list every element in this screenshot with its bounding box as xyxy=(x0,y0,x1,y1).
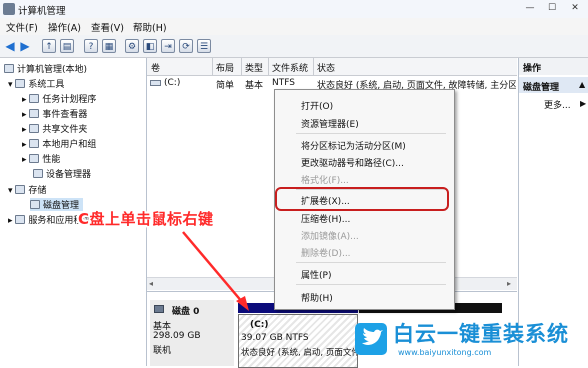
column-header-layout[interactable]: 布局 xyxy=(216,61,234,74)
menu-item-mark-active[interactable]: 将分区标记为活动分区(M) xyxy=(301,139,406,152)
tools-icon xyxy=(15,79,26,88)
more-actions-link[interactable]: 更多... xyxy=(544,98,571,111)
folder-up-icon[interactable]: ↑ xyxy=(42,39,56,53)
menu-item-change-drive-letter[interactable]: 更改驱动器号和路径(C)... xyxy=(301,156,404,169)
maximize-button[interactable]: ☐ xyxy=(543,2,561,15)
tree-item-local-users[interactable]: ▸ 本地用户和组 xyxy=(22,137,96,150)
list-icon[interactable]: ☰ xyxy=(197,39,211,53)
filesystem-cell: NTFS xyxy=(272,78,295,88)
menu-item-shrink-volume[interactable]: 压缩卷(H)... xyxy=(301,212,350,225)
menu-item-help[interactable]: 帮助(H) xyxy=(301,291,333,304)
minimize-button[interactable]: — xyxy=(521,2,539,15)
tree-item-task-scheduler[interactable]: ▸ 任务计划程序 xyxy=(22,92,96,105)
column-divider[interactable] xyxy=(241,58,242,75)
watermark-text: 白云一键重装系统 xyxy=(393,322,569,346)
menu-separator xyxy=(296,284,446,285)
disk-icon xyxy=(154,305,164,313)
computer-management-icon xyxy=(3,3,15,15)
type-cell: 基本 xyxy=(245,81,264,91)
tree-item-disk-management[interactable]: 磁盘管理 xyxy=(30,198,84,211)
console-tree-icon[interactable]: ▤ xyxy=(60,39,74,53)
menu-file[interactable]: 文件(F) xyxy=(6,20,38,34)
menu-item-add-mirror: 添加镜像(A)... xyxy=(301,232,359,242)
computer-icon xyxy=(4,64,14,73)
event-viewer-icon xyxy=(29,109,40,118)
menu-item-delete-volume: 删除卷(D)... xyxy=(301,249,351,259)
device-manager-icon xyxy=(33,169,43,178)
help-icon[interactable]: ? xyxy=(84,39,98,53)
tree-item-performance[interactable]: ▸ 性能 xyxy=(22,152,60,165)
extend-volume-highlight xyxy=(275,187,449,211)
settings-icon[interactable]: ⚙ xyxy=(125,39,139,53)
tree-item-device-manager[interactable]: 设备管理器 xyxy=(33,167,91,180)
open-icon[interactable]: ◧ xyxy=(143,39,157,53)
tree-item-shared-folders[interactable]: ▸ 共享文件夹 xyxy=(22,122,87,135)
volume-cell: (C:) xyxy=(150,78,180,88)
tree-root[interactable]: 计算机管理(本地) xyxy=(4,62,87,75)
partition-label: (C:) xyxy=(250,320,269,330)
menu-bar xyxy=(0,18,588,35)
partition-size: 39.07 GB NTFS xyxy=(241,333,309,343)
column-divider[interactable] xyxy=(212,58,213,75)
column-divider[interactable] xyxy=(268,58,269,75)
menu-item-format: 格式化(F)... xyxy=(301,176,349,186)
column-header-status[interactable]: 状态 xyxy=(317,61,335,74)
properties-icon[interactable]: ▦ xyxy=(102,39,116,53)
column-header-filesystem[interactable]: 文件系统 xyxy=(272,61,308,74)
export-icon[interactable]: ⇥ xyxy=(161,39,175,53)
forward-icon[interactable]: ▶ xyxy=(18,39,32,53)
menu-item-explorer[interactable]: 资源管理器(E) xyxy=(301,117,359,130)
tree-item-storage[interactable]: ▾ 存储 xyxy=(8,183,46,196)
actions-title: 操作 xyxy=(523,64,542,74)
shared-folder-icon xyxy=(29,124,40,133)
refresh-icon[interactable]: ⟳ xyxy=(179,39,193,53)
tree-item-system-tools[interactable]: ▾ 系统工具 xyxy=(8,77,64,90)
partition-status: 状态良好 (系统, 启动, 页面文件 xyxy=(241,348,360,358)
submenu-arrow-icon: ▶ xyxy=(580,99,587,108)
performance-icon xyxy=(29,154,40,163)
disk-management-icon xyxy=(30,200,40,209)
drive-icon xyxy=(150,80,161,86)
clock-icon xyxy=(29,94,40,103)
title-bar: 计算机管理 xyxy=(0,0,588,19)
scroll-left-icon[interactable]: ◂ xyxy=(149,279,153,288)
services-icon xyxy=(15,215,26,224)
menu-help[interactable]: 帮助(H) xyxy=(133,20,167,34)
tree-item-event-viewer[interactable]: ▸ 事件查看器 xyxy=(22,107,87,120)
disk-name: 磁盘 0 xyxy=(172,307,200,317)
menu-item-properties[interactable]: 属性(P) xyxy=(301,268,331,281)
watermark-url: www.baiyunxitong.com xyxy=(398,348,492,357)
watermark-logo xyxy=(355,323,387,355)
menu-separator xyxy=(296,133,446,134)
annotation-text: C盘上单击鼠标右键 xyxy=(78,210,214,228)
column-header-type[interactable]: 类型 xyxy=(245,61,263,74)
close-button[interactable]: ✕ xyxy=(566,2,584,15)
menu-item-open[interactable]: 打开(O) xyxy=(301,99,333,112)
users-icon xyxy=(29,139,40,148)
disk-status: 联机 xyxy=(153,346,172,356)
collapse-icon[interactable]: ▲ xyxy=(579,80,585,89)
column-divider[interactable] xyxy=(313,58,314,75)
menu-view[interactable]: 查看(V) xyxy=(91,20,124,34)
column-header-volume[interactable]: 卷 xyxy=(151,61,160,74)
menu-action[interactable]: 操作(A) xyxy=(48,20,81,34)
layout-cell: 简单 xyxy=(216,81,235,91)
back-icon[interactable]: ◀ xyxy=(3,39,17,53)
menu-separator xyxy=(296,262,446,263)
storage-icon xyxy=(15,185,26,194)
bird-icon xyxy=(362,328,383,345)
scroll-right-icon[interactable]: ▸ xyxy=(507,279,511,288)
actions-section-label: 磁盘管理 xyxy=(523,83,560,93)
window-title: 计算机管理 xyxy=(18,6,66,17)
disk-size: 298.09 GB xyxy=(153,331,201,341)
